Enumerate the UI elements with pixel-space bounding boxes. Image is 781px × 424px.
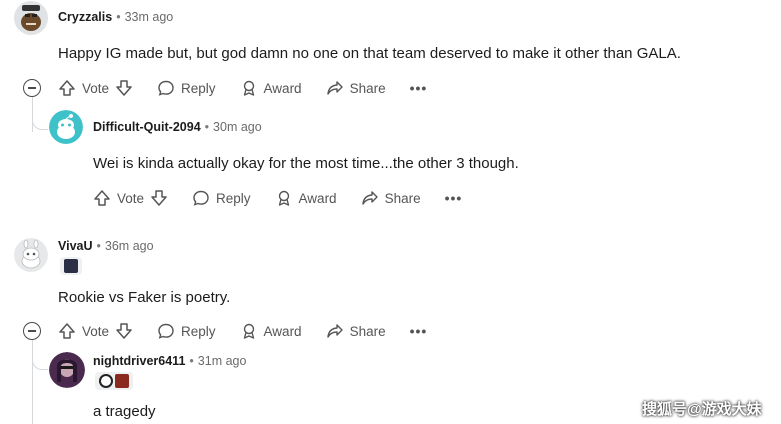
comment-actions: Vote Reply Award Share ••• (58, 76, 427, 100)
share-label: Share (349, 323, 386, 339)
award-button[interactable]: Award (240, 79, 302, 97)
comment-actions: Vote Reply Award Share ••• (58, 319, 427, 343)
more-options-button[interactable]: ••• (410, 323, 428, 339)
reply-label: Reply (216, 190, 251, 206)
vote-group: Vote (58, 79, 133, 97)
award-button[interactable]: Award (240, 322, 302, 340)
timestamp[interactable]: 33m ago (125, 10, 174, 24)
reply-icon (158, 323, 174, 339)
share-label: Share (384, 190, 421, 206)
reply-label: Reply (181, 323, 216, 339)
snoo-avatar-icon (49, 110, 83, 144)
separator-dot: • (204, 120, 210, 134)
avatar[interactable] (49, 110, 83, 144)
share-icon (361, 191, 378, 205)
user-flair (60, 257, 82, 275)
comment-body: a tragedy (93, 403, 156, 420)
separator-dot: • (96, 239, 101, 253)
username[interactable]: Difficult-Quit-2094 (93, 120, 201, 134)
watermark: 搜狐号@游戏大妹 (642, 401, 762, 418)
vote-label: Vote (82, 323, 110, 339)
award-label: Award (298, 190, 337, 206)
avatar[interactable] (14, 1, 48, 35)
username[interactable]: nightdriver6411 (93, 354, 185, 368)
comment-body: Rookie vs Faker is poetry. (58, 289, 231, 306)
more-options-button[interactable]: ••• (445, 190, 463, 206)
avatar[interactable] (14, 238, 48, 272)
collapse-thread-button[interactable] (23, 322, 41, 340)
share-button[interactable]: Share (326, 79, 386, 97)
avatar-nightdriver-icon (49, 352, 85, 388)
avatar-cryzzalis-icon (14, 1, 48, 35)
comment-meta: Cryzzalis • 33m ago (58, 10, 173, 24)
comment-actions: Vote Reply Award Share ••• (93, 186, 462, 210)
flair-team-logo-icon (99, 374, 113, 388)
flair-emblem-icon (64, 259, 78, 273)
user-flair (95, 372, 133, 390)
award-icon (278, 190, 289, 206)
comment-body: Wei is kinda actually okay for the most … (93, 155, 519, 172)
more-options-button[interactable]: ••• (410, 80, 428, 96)
vote-group: Vote (93, 189, 168, 207)
vote-label: Vote (82, 80, 110, 96)
reply-button[interactable]: Reply (157, 322, 216, 340)
timestamp[interactable]: 31m ago (198, 354, 247, 368)
upvote-icon[interactable] (58, 322, 76, 340)
separator-dot: • (189, 354, 194, 368)
award-icon (243, 80, 254, 96)
share-icon (326, 81, 343, 95)
timestamp[interactable]: 30m ago (213, 120, 262, 134)
upvote-icon[interactable] (93, 189, 111, 207)
username[interactable]: VivaU (58, 239, 93, 253)
downvote-icon[interactable] (115, 322, 133, 340)
comment-meta: VivaU • 36m ago (58, 239, 154, 253)
award-button[interactable]: Award (275, 189, 337, 207)
upvote-icon[interactable] (58, 79, 76, 97)
share-button[interactable]: Share (361, 189, 421, 207)
comment-body: Happy IG made but, but god damn no one o… (58, 45, 681, 62)
reply-label: Reply (181, 80, 216, 96)
reply-icon (193, 190, 209, 206)
award-label: Award (263, 80, 302, 96)
reply-button[interactable]: Reply (157, 79, 216, 97)
reply-button[interactable]: Reply (192, 189, 251, 207)
snoo-avatar-icon (14, 238, 48, 272)
username[interactable]: Cryzzalis (58, 10, 112, 24)
thread-elbow-3 (32, 340, 48, 370)
vote-group: Vote (58, 322, 133, 340)
award-icon (243, 323, 254, 339)
vote-label: Vote (117, 190, 145, 206)
share-icon (326, 324, 343, 338)
share-label: Share (349, 80, 386, 96)
comment-meta: nightdriver6411 • 31m ago (93, 354, 246, 368)
flair-champion-icon (115, 374, 129, 388)
timestamp[interactable]: 36m ago (105, 239, 154, 253)
collapse-thread-button[interactable] (23, 79, 41, 97)
downvote-icon[interactable] (115, 79, 133, 97)
reply-icon (158, 80, 174, 96)
thread-elbow-1 (32, 100, 48, 130)
downvote-icon[interactable] (150, 189, 168, 207)
share-button[interactable]: Share (326, 322, 386, 340)
award-label: Award (263, 323, 302, 339)
avatar[interactable] (49, 352, 85, 388)
separator-dot: • (116, 10, 121, 24)
comment-meta: Difficult-Quit-2094 • 30m ago (93, 120, 262, 134)
